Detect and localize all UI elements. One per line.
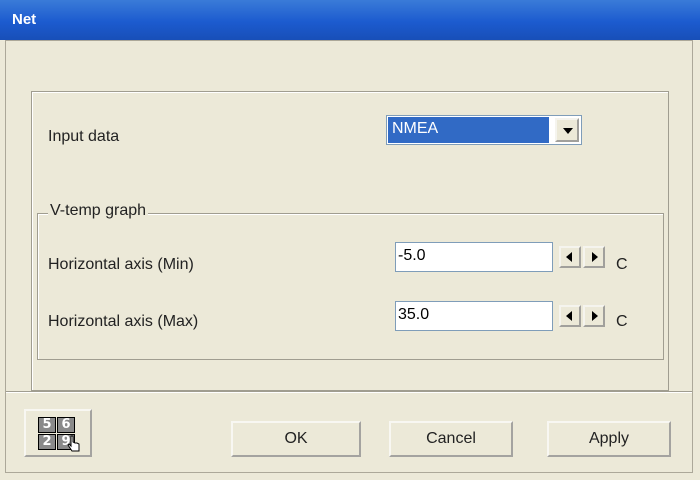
horizontal-axis-max-label: Horizontal axis (Max) <box>48 313 199 330</box>
keypad-digit: 6 <box>57 417 75 433</box>
horizontal-axis-max-unit: C <box>616 313 628 330</box>
min-decrement-button[interactable] <box>559 246 581 268</box>
arrow-right-icon <box>592 252 598 262</box>
cancel-button[interactable]: Cancel <box>389 421 513 457</box>
horizontal-axis-min-input[interactable]: -5.0 <box>395 242 553 272</box>
button-bar-separator <box>6 391 692 393</box>
horizontal-axis-min-unit: C <box>616 256 628 273</box>
keypad-digit: 2 <box>38 434 56 450</box>
min-increment-button[interactable] <box>583 246 605 268</box>
max-increment-button[interactable] <box>583 305 605 327</box>
arrow-left-icon <box>566 311 572 321</box>
apply-button[interactable]: Apply <box>547 421 671 457</box>
keypad-digit: 5 <box>38 417 56 433</box>
horizontal-axis-min-label: Horizontal axis (Min) <box>48 256 194 273</box>
window-title: Net <box>12 11 37 28</box>
horizontal-axis-max-input[interactable]: 35.0 <box>395 301 553 331</box>
keypad-button[interactable]: 5 6 2 9 <box>24 409 92 457</box>
chevron-down-icon <box>563 128 573 134</box>
input-data-select[interactable]: NMEA <box>386 115 582 145</box>
vtemp-graph-group: V-temp graph <box>37 202 664 360</box>
dialog-body: Input data NMEA V-temp graph Horizontal … <box>5 40 693 473</box>
arrow-right-icon <box>592 311 598 321</box>
vtemp-graph-legend: V-temp graph <box>48 202 149 220</box>
arrow-left-icon <box>566 252 572 262</box>
max-decrement-button[interactable] <box>559 305 581 327</box>
ok-button[interactable]: OK <box>231 421 361 457</box>
title-bar[interactable]: Net <box>0 0 700 40</box>
pointer-icon <box>67 435 80 452</box>
input-data-label: Input data <box>48 128 120 145</box>
input-data-selected-value: NMEA <box>388 117 549 143</box>
dropdown-button[interactable] <box>555 118 579 142</box>
